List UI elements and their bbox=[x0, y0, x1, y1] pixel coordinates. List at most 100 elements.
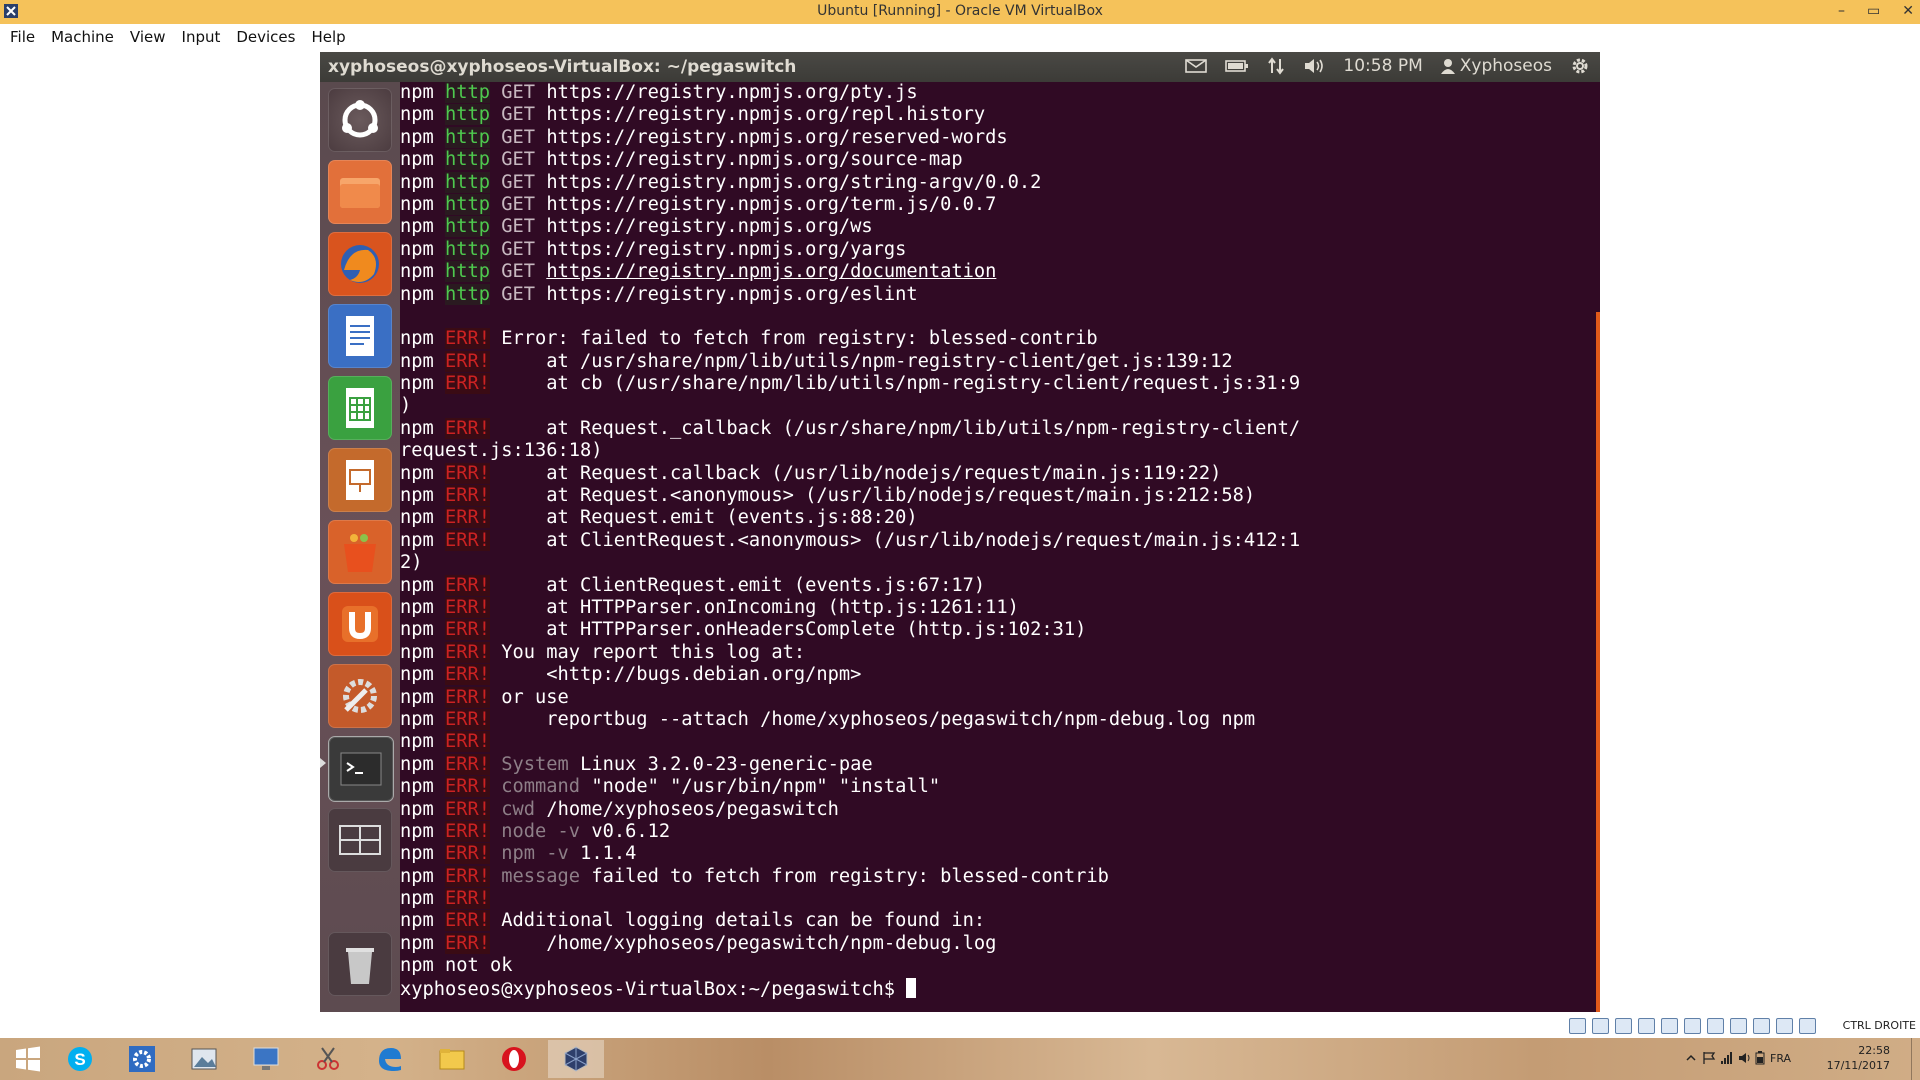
libreoffice-writer-launcher[interactable] bbox=[328, 304, 392, 368]
terminal-line: npm ERR! at /usr/share/npm/lib/utils/npm… bbox=[400, 350, 1300, 373]
software-center-launcher[interactable] bbox=[328, 520, 392, 584]
terminal-line: npm ERR! at Request.emit (events.js:88:2… bbox=[400, 507, 1300, 529]
video-capture-status-icon[interactable] bbox=[1730, 1018, 1747, 1034]
npm-prefix: npm bbox=[400, 798, 434, 820]
ubuntu-top-panel: xyphoseos@xyphoseos-VirtualBox: ~/pegasw… bbox=[320, 52, 1600, 82]
cpu-status-icon[interactable] bbox=[1753, 1018, 1770, 1034]
terminal-line: npm ERR! at cb (/usr/share/npm/lib/utils… bbox=[400, 373, 1300, 395]
minimize-button[interactable]: – bbox=[1838, 0, 1845, 22]
file-explorer-taskbar-button[interactable] bbox=[424, 1040, 480, 1078]
menu-input[interactable]: Input bbox=[174, 24, 229, 46]
terminal-launcher[interactable] bbox=[328, 736, 394, 802]
terminal-line: npm ERR! command "node" "/usr/bin/npm" "… bbox=[400, 776, 1300, 798]
workspace-switcher-launcher[interactable] bbox=[328, 808, 392, 872]
snipping-tool-taskbar-button[interactable] bbox=[300, 1040, 356, 1078]
ubuntu-one-icon bbox=[342, 606, 378, 642]
menu-devices[interactable]: Devices bbox=[228, 24, 303, 46]
terminal-line: npm not ok bbox=[400, 955, 1300, 977]
menu-view[interactable]: View bbox=[122, 24, 174, 46]
terminal-window[interactable]: npm http GET https://registry.npmjs.org/… bbox=[400, 82, 1600, 1012]
menu-file[interactable]: File bbox=[2, 24, 43, 46]
audio-status-icon[interactable] bbox=[1615, 1018, 1632, 1034]
show-desktop-button[interactable] bbox=[1911, 1038, 1920, 1080]
http-tag: http bbox=[445, 82, 491, 103]
user-menu[interactable]: Xyphoseos bbox=[1440, 56, 1552, 76]
close-button[interactable]: ✕ bbox=[1902, 0, 1914, 22]
opera-taskbar-button[interactable] bbox=[486, 1040, 542, 1078]
shared-folders-status-icon[interactable] bbox=[1684, 1018, 1701, 1034]
keyboard-status-icon[interactable] bbox=[1799, 1018, 1816, 1034]
terminal-line: npm ERR! bbox=[400, 731, 1300, 753]
settings-taskbar-button[interactable] bbox=[114, 1040, 170, 1078]
err-tag: ERR! bbox=[445, 776, 491, 798]
dash-home-button[interactable] bbox=[328, 88, 392, 152]
hard-disk-status-icon[interactable] bbox=[1569, 1018, 1586, 1034]
terminal-text: https://registry.npmjs.org/ws bbox=[546, 216, 873, 238]
libreoffice-calc-launcher[interactable] bbox=[328, 376, 392, 440]
terminal-scrollbar[interactable] bbox=[1596, 312, 1600, 1012]
skype-taskbar-button[interactable]: S bbox=[52, 1040, 108, 1078]
files-launcher[interactable] bbox=[328, 160, 392, 224]
edge-taskbar-button[interactable] bbox=[362, 1040, 418, 1078]
npm-prefix: npm bbox=[400, 753, 434, 775]
trash-launcher[interactable] bbox=[328, 932, 392, 996]
gear-icon bbox=[129, 1046, 155, 1072]
terminal-text: GET bbox=[490, 126, 547, 148]
terminal-line: npm ERR! bbox=[400, 888, 1300, 910]
folder-icon bbox=[340, 178, 380, 208]
maximize-button[interactable]: ▭ bbox=[1867, 0, 1880, 22]
npm-prefix: npm bbox=[400, 507, 434, 529]
photos-taskbar-button[interactable] bbox=[176, 1040, 232, 1078]
wifi-signal-icon[interactable] bbox=[1720, 1051, 1734, 1065]
npm-prefix: npm bbox=[400, 82, 434, 103]
usb-status-icon[interactable] bbox=[1661, 1018, 1678, 1034]
mail-icon[interactable] bbox=[1185, 58, 1208, 74]
clock-label[interactable]: 10:58 PM bbox=[1343, 56, 1422, 76]
guest-screen[interactable]: xyphoseos@xyphoseos-VirtualBox: ~/pegasw… bbox=[320, 52, 1600, 1012]
terminal-line: ) bbox=[400, 395, 1300, 417]
host-menubar: File Machine View Input Devices Help bbox=[0, 24, 1920, 50]
terminal-line: npm ERR! Error: failed to fetch from reg… bbox=[400, 328, 1300, 350]
terminal-text: GET bbox=[490, 149, 547, 171]
network-icon[interactable] bbox=[1267, 57, 1285, 75]
terminal-text: node -v bbox=[490, 820, 581, 842]
remote-desktop-taskbar-button[interactable] bbox=[238, 1040, 294, 1078]
input-language-indicator[interactable]: FRA bbox=[1770, 1052, 1791, 1065]
firefox-launcher[interactable] bbox=[328, 232, 392, 296]
volume-icon[interactable] bbox=[1303, 57, 1325, 75]
tray-expand-icon[interactable] bbox=[1686, 1053, 1696, 1063]
display-status-icon[interactable] bbox=[1707, 1018, 1724, 1034]
terminal-text: at ClientRequest.emit (events.js:67:17) bbox=[490, 574, 986, 596]
menu-help[interactable]: Help bbox=[303, 24, 353, 46]
svg-text:S: S bbox=[74, 1050, 85, 1069]
menu-machine[interactable]: Machine bbox=[43, 24, 122, 46]
optical-drive-status-icon[interactable] bbox=[1592, 1018, 1609, 1034]
terminal-text: GET bbox=[490, 104, 547, 126]
terminal-line: npm http GET https://registry.npmjs.org/… bbox=[400, 149, 1300, 171]
system-settings-launcher[interactable] bbox=[328, 664, 392, 728]
terminal-text: request.js:136:18) bbox=[400, 440, 603, 462]
http-tag: http bbox=[445, 126, 491, 148]
mouse-integration-status-icon[interactable] bbox=[1776, 1018, 1793, 1034]
speaker-icon[interactable] bbox=[1738, 1051, 1752, 1065]
session-gear-icon[interactable] bbox=[1570, 56, 1590, 76]
terminal-text[interactable]: https://registry.npmjs.org/documentation bbox=[546, 261, 996, 282]
action-center-flag-icon[interactable] bbox=[1702, 1051, 1716, 1065]
network-status-icon[interactable] bbox=[1638, 1018, 1655, 1034]
terminal-text: at ClientRequest.<anonymous> (/usr/lib/n… bbox=[490, 529, 1301, 551]
virtualbox-taskbar-button[interactable] bbox=[548, 1040, 604, 1078]
terminal-text: GET bbox=[490, 82, 547, 103]
http-tag: http bbox=[445, 283, 491, 305]
libreoffice-impress-launcher[interactable] bbox=[328, 448, 392, 512]
ubuntu-one-launcher[interactable] bbox=[328, 592, 392, 656]
unity-launcher bbox=[320, 82, 400, 1012]
battery-tray-icon[interactable] bbox=[1754, 1051, 1766, 1065]
npm-prefix: npm bbox=[400, 462, 434, 484]
terminal-text: at Request.callback (/usr/lib/nodejs/req… bbox=[490, 462, 1222, 484]
battery-icon[interactable] bbox=[1225, 59, 1249, 73]
start-button[interactable] bbox=[0, 1040, 56, 1078]
taskbar-clock[interactable]: 22:58 17/11/2017 bbox=[1827, 1043, 1890, 1073]
opera-icon bbox=[502, 1047, 526, 1071]
err-tag: ERR! bbox=[445, 507, 491, 529]
